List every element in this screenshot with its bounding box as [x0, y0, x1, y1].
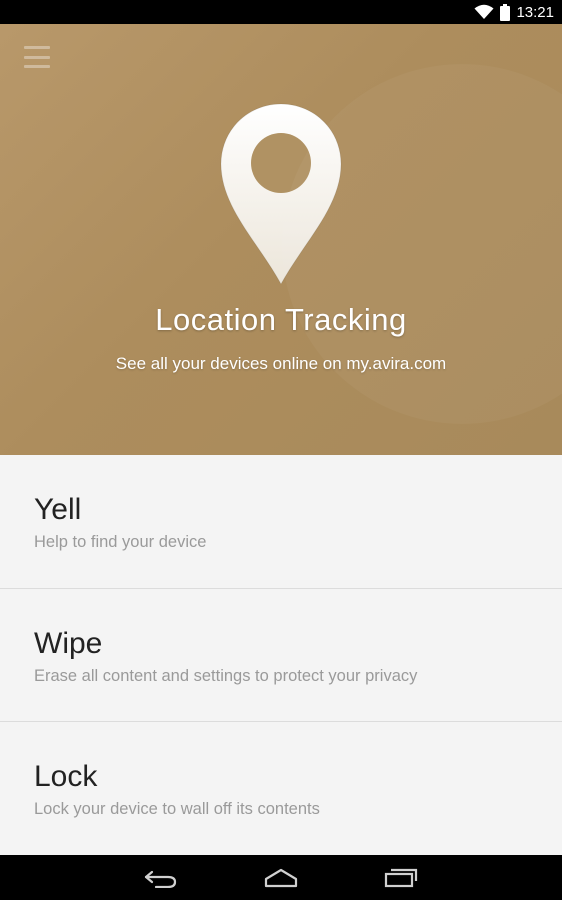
page-subtitle: See all your devices online on my.avira.…: [115, 354, 447, 373]
action-description: Erase all content and settings to protec…: [34, 666, 418, 685]
location-pin-icon: [218, 102, 344, 286]
action-title: Lock: [34, 760, 98, 793]
action-title: Yell: [34, 493, 82, 526]
action-description: Lock your device to wall off its content…: [34, 800, 320, 818]
back-icon[interactable]: [137, 862, 185, 894]
wifi-icon: [474, 4, 494, 20]
location-tracking-header: Location Tracking See all your devices o…: [0, 24, 562, 455]
action-lock[interactable]: Lock Lock your device to wall off its co…: [0, 722, 562, 856]
status-time: 13:21: [516, 3, 554, 21]
action-description: Help to find your device: [34, 533, 207, 551]
action-list: Yell Help to find your device Wipe Erase…: [0, 455, 562, 855]
action-title: Wipe: [34, 626, 103, 660]
menu-icon[interactable]: [24, 46, 50, 68]
action-wipe[interactable]: Wipe Erase all content and settings to p…: [0, 589, 562, 722]
battery-icon: [500, 3, 511, 21]
status-bar: 13:21: [0, 0, 562, 24]
system-nav-bar: [0, 855, 562, 900]
page-title: Location Tracking: [155, 302, 407, 337]
recent-apps-icon[interactable]: [377, 862, 425, 894]
action-yell[interactable]: Yell Help to find your device: [0, 455, 562, 589]
home-icon[interactable]: [257, 862, 305, 894]
